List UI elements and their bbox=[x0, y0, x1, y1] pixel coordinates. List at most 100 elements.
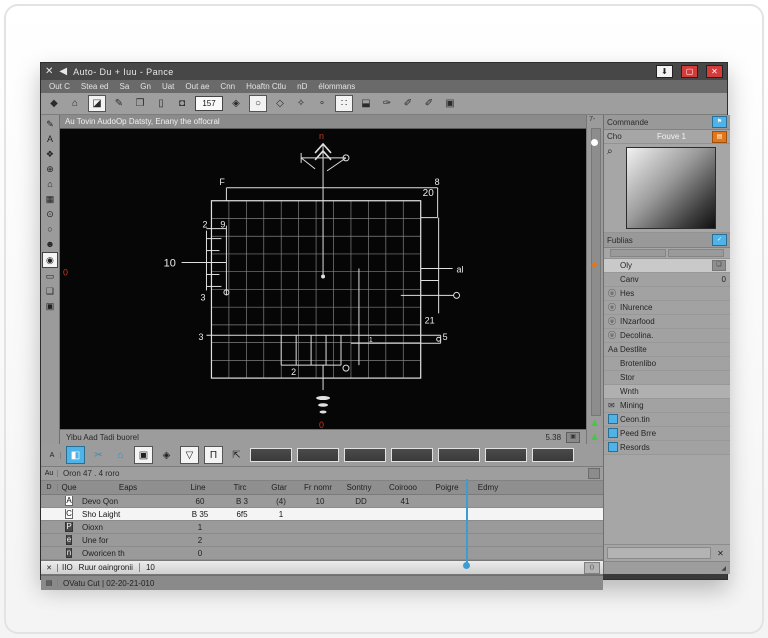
pen-icon[interactable]: ✐ bbox=[400, 96, 416, 111]
families-item-brotenlibo[interactable]: Brotenlibo bbox=[604, 357, 730, 371]
circle-b-icon[interactable]: ⊙ bbox=[43, 207, 57, 221]
drawing-canvas[interactable]: F 8 20 2 9 10 3 al 21 3 5 1 2 n 0 0 bbox=[59, 128, 587, 430]
column-header-edmy[interactable]: Edmy bbox=[468, 483, 508, 492]
scrollbar-track[interactable] bbox=[591, 128, 602, 416]
scale-value[interactable]: 157 bbox=[195, 96, 223, 111]
funnel-icon[interactable]: ▽ bbox=[180, 446, 199, 464]
toolbar-segment[interactable] bbox=[532, 448, 574, 462]
toolbar-segment[interactable] bbox=[344, 448, 386, 462]
menu-item-2[interactable]: Sa bbox=[119, 82, 129, 91]
green-arrow-icon[interactable]: ▲ bbox=[589, 418, 600, 429]
active-row-icon[interactable]: ✕ bbox=[41, 563, 58, 572]
person-icon[interactable]: ☻ bbox=[43, 237, 57, 251]
magnifier-icon[interactable]: ⌕ bbox=[607, 146, 613, 157]
active-table-row[interactable]: ✕ IIO Ruur oaingronii 10 ⟨⟩ bbox=[41, 560, 603, 575]
compass-icon[interactable]: ❖ bbox=[43, 147, 57, 161]
toolbar-segment[interactable] bbox=[391, 448, 433, 462]
draw-icon[interactable]: ◧ bbox=[66, 446, 85, 464]
families-item-resords[interactable]: Resords bbox=[604, 441, 730, 455]
toolbar-segment[interactable] bbox=[250, 448, 292, 462]
families-item-decolina-[interactable]: ⓤ Decolina. bbox=[604, 329, 730, 343]
column-header-gtar[interactable]: Gtar bbox=[260, 483, 298, 492]
copy-icon[interactable]: ❐ bbox=[132, 96, 148, 111]
families-item-inzarfood[interactable]: ⓤ INzarfood bbox=[604, 315, 730, 329]
families-item-destlite[interactable]: Aa Destlite bbox=[604, 343, 730, 357]
move-icon[interactable]: ⇱ bbox=[228, 447, 245, 463]
monitor-icon[interactable]: ▭ bbox=[43, 269, 57, 283]
layers-icon[interactable]: ❑ bbox=[43, 284, 57, 298]
circle-icon[interactable]: ○ bbox=[43, 222, 57, 236]
column-header-poigre[interactable]: Poigre bbox=[426, 483, 468, 492]
active-row-end-icon[interactable]: ⟨⟩ bbox=[584, 561, 600, 574]
menu-item-5[interactable]: Out ae bbox=[185, 82, 209, 91]
pencil-icon[interactable]: ✎ bbox=[43, 117, 57, 131]
image-icon[interactable]: ▣ bbox=[134, 446, 153, 464]
circle-e-icon[interactable]: ⊕ bbox=[43, 162, 57, 176]
eraser-icon[interactable]: ◆ bbox=[46, 96, 62, 111]
families-item-inurence[interactable]: ⓤ INurence bbox=[604, 301, 730, 315]
snap-icon[interactable]: ✧ bbox=[293, 96, 309, 111]
families-item-stor[interactable]: Stor bbox=[604, 371, 730, 385]
toolbar-segment[interactable] bbox=[297, 448, 339, 462]
families-item-hes[interactable]: ⓤ Hes bbox=[604, 287, 730, 301]
column-header-tirc[interactable]: Tirc bbox=[220, 483, 260, 492]
grid-toggle-icon[interactable]: ∷ bbox=[335, 95, 353, 112]
menu-item-3[interactable]: Gn bbox=[140, 82, 151, 91]
image-icon[interactable]: ▦ bbox=[43, 192, 57, 206]
vertical-scrollbar[interactable]: 7- ◆ ▲ ▲ bbox=[586, 115, 603, 444]
camera-icon[interactable]: ⬓ bbox=[358, 96, 374, 111]
hatch-icon[interactable]: ◇ bbox=[272, 96, 288, 111]
table-row[interactable]: n Oworicen th 0 bbox=[41, 547, 603, 560]
page-icon[interactable]: ❏ bbox=[712, 260, 726, 271]
eye-icon[interactable]: ◉ bbox=[41, 252, 58, 268]
status-rail-icon[interactable]: ▤ bbox=[41, 579, 58, 587]
families-item-oly[interactable]: Oly ❏ bbox=[604, 259, 730, 273]
toolbar-segment[interactable] bbox=[485, 448, 527, 462]
menu-item-7[interactable]: Hoaftn Ctlu bbox=[246, 82, 286, 91]
scissors-icon[interactable]: ✂ bbox=[90, 447, 107, 463]
column-header-fr-nomr[interactable]: Fr nomr bbox=[298, 483, 338, 492]
home-icon[interactable]: ⌂ bbox=[67, 96, 83, 111]
checkbox-icon[interactable]: ◪ bbox=[88, 95, 106, 112]
menu-item-9[interactable]: élommans bbox=[318, 82, 355, 91]
cho-row[interactable]: Cho Fouve 1 ▤ bbox=[604, 130, 730, 144]
download-button[interactable]: ⬇ bbox=[656, 65, 673, 78]
table-scrollbar-thumb[interactable] bbox=[463, 479, 470, 569]
point-icon[interactable]: ∘ bbox=[314, 96, 330, 111]
table-row[interactable]: C Sho Laight B 35 6f5 1 bbox=[41, 508, 603, 521]
families-item-canv[interactable]: Canv 0 bbox=[604, 273, 730, 287]
menu-item-6[interactable]: Cnn bbox=[220, 82, 235, 91]
menu-item-4[interactable]: Uat bbox=[162, 82, 174, 91]
text-tool-icon[interactable]: A bbox=[43, 132, 57, 146]
close-button[interactable]: ✕ bbox=[706, 65, 723, 78]
note-icon[interactable]: ▣ bbox=[442, 96, 458, 111]
families-item-ceon-tin[interactable]: Ceon.tin bbox=[604, 413, 730, 427]
hand-pen-icon[interactable]: ✑ bbox=[379, 96, 395, 111]
jar-icon[interactable]: ◘ bbox=[174, 96, 190, 111]
home-icon[interactable]: ⌂ bbox=[43, 177, 57, 191]
table-row[interactable]: P Oioxn 1 bbox=[41, 521, 603, 534]
status-box-icon[interactable]: ▣ bbox=[566, 431, 581, 443]
toolbar-segment[interactable] bbox=[438, 448, 480, 462]
door-icon[interactable]: ▯ bbox=[153, 96, 169, 111]
green-arrow2-icon[interactable]: ▲ bbox=[589, 432, 600, 443]
restore-button[interactable]: ▢ bbox=[681, 65, 698, 78]
diamond-icon[interactable]: ◈ bbox=[228, 96, 244, 111]
image2-icon[interactable]: ▣ bbox=[43, 299, 57, 313]
orange-badge-icon[interactable]: ▤ bbox=[712, 130, 727, 143]
column-splitter[interactable] bbox=[604, 248, 730, 259]
diamond-icon[interactable]: ◈ bbox=[158, 447, 175, 463]
table-row[interactable]: e Une for 2 bbox=[41, 534, 603, 547]
pencil-icon[interactable]: ✎ bbox=[111, 96, 127, 111]
resize-grip-icon[interactable]: ◢ bbox=[721, 565, 726, 572]
flag-icon[interactable]: ⚑ bbox=[712, 116, 727, 128]
menu-item-1[interactable]: Stea ed bbox=[81, 82, 109, 91]
panel-input-field[interactable] bbox=[607, 547, 711, 559]
menu-item-8[interactable]: nD bbox=[297, 82, 307, 91]
close-icon[interactable]: ✕ bbox=[45, 66, 53, 77]
circle-tool-icon[interactable]: ○ bbox=[249, 95, 267, 112]
column-header-line[interactable]: Line bbox=[176, 483, 220, 492]
home-arrow-icon[interactable]: ⌂ bbox=[112, 447, 129, 463]
table-row[interactable]: A Devo Qon 60 B 3 (4) 10 DD 41 bbox=[41, 495, 603, 508]
check-icon[interactable]: ✓ bbox=[712, 234, 727, 246]
